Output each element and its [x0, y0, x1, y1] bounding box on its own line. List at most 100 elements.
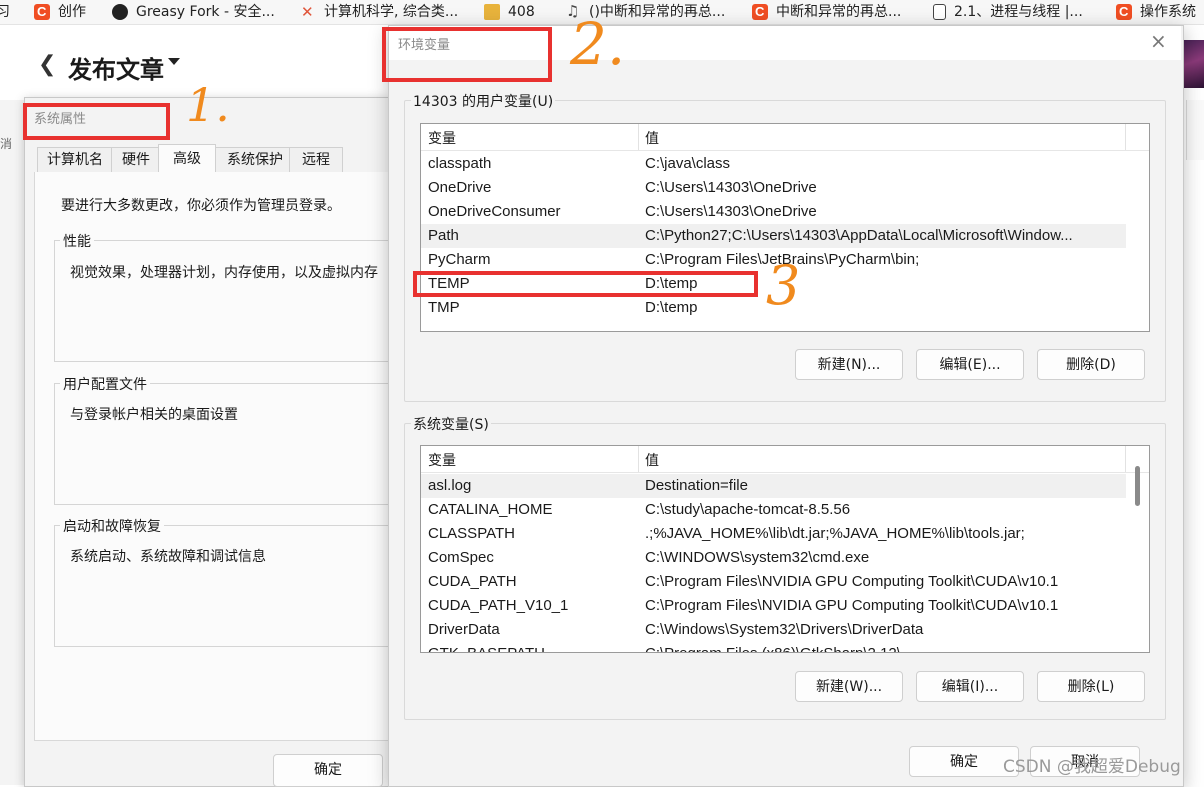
table-row[interactable]: GTK_BASEPATH C:\Program Files (x86)\GtkSh… — [421, 642, 1126, 652]
variable-value: C:\Users\14303\OneDrive — [645, 203, 817, 220]
variable-name: OneDrive — [428, 179, 492, 196]
column-separator[interactable] — [1125, 124, 1126, 150]
doc-icon — [933, 4, 946, 20]
greasyfork-icon — [112, 4, 128, 20]
variable-name: classpath — [428, 155, 492, 172]
ok-button[interactable]: 确定 — [273, 754, 383, 787]
user-delete-button[interactable]: 删除(D) — [1037, 349, 1145, 380]
variable-value: C:\Program Files (x86)\GtkSharp\2.12\ — [645, 642, 1121, 652]
tab-computer-name[interactable]: 计算机名 — [37, 147, 113, 172]
system-variables-list[interactable]: 变量 值 asl.log Destination=file CATALINA_HO… — [420, 445, 1150, 653]
variable-value: C:\Windows\System32\Drivers\DriverData — [645, 621, 924, 638]
variable-name: ComSpec — [428, 549, 494, 566]
tab-remote[interactable]: 远程 — [289, 147, 343, 172]
table-row[interactable]: DriverData C:\Windows\System32\Drivers\Dr… — [421, 618, 1126, 642]
bookmark-item[interactable]: 中断和异常的再总... — [752, 0, 901, 24]
scrollbar-thumb[interactable] — [1135, 466, 1140, 506]
bookmark-item[interactable]: 创作 — [34, 0, 86, 24]
bookmark-label: 计算机科学, 综合类... — [324, 4, 459, 20]
variable-name: DriverData — [428, 621, 500, 638]
group-user-profiles — [54, 383, 391, 505]
x-icon — [300, 1, 316, 23]
table-row[interactable]: CLASSPATH .;%JAVA_HOME%\lib\dt.jar;%JAVA_… — [421, 522, 1126, 546]
page-title: 发布文章 — [68, 57, 164, 84]
table-row[interactable]: OneDriveConsumer C:\Users\14303\OneDrive — [421, 200, 1126, 224]
variable-value: C:\Users\14303\OneDrive — [645, 179, 817, 196]
column-separator[interactable] — [638, 446, 639, 472]
annotation-step-1: 1. — [186, 78, 230, 132]
variable-name: GTK_BASEPATH — [428, 642, 545, 652]
list-header: 变量 值 — [421, 124, 1149, 151]
variable-value: .;%JAVA_HOME%\lib\dt.jar;%JAVA_HOME%\lib… — [645, 525, 1025, 542]
chevron-down-icon[interactable] — [168, 58, 180, 65]
csdn-c-icon — [34, 1, 50, 23]
annotation-box-2 — [382, 27, 552, 82]
page-left-fragment: 消 — [0, 137, 13, 151]
variable-name: CLASSPATH — [428, 525, 515, 542]
column-separator[interactable] — [1125, 446, 1126, 472]
variable-value: C:\Program Files\NVIDIA GPU Computing To… — [645, 597, 1059, 614]
back-arrow-icon[interactable]: ❮ — [38, 52, 56, 77]
group-startup-recovery — [54, 525, 391, 647]
variable-value: C:\java\class — [645, 155, 731, 172]
table-row[interactable]: CUDA_PATH_V10_1 C:\Program Files\NVIDIA G… — [421, 594, 1126, 618]
table-row[interactable]: classpath C:\java\class — [421, 152, 1126, 176]
tab-hardware[interactable]: 硬件 — [111, 147, 161, 172]
variable-name: PyCharm — [428, 251, 491, 268]
variable-name: CATALINA_HOME — [428, 501, 553, 518]
table-row[interactable]: Path C:\Python27;C:\Users\14303\AppData\L… — [421, 224, 1126, 248]
list-header: 变量 值 — [421, 446, 1149, 473]
user-new-button[interactable]: 新建(N)... — [795, 349, 903, 380]
variable-name: CUDA_PATH — [428, 573, 517, 590]
system-variables-legend: 系统变量(S) — [411, 414, 491, 434]
user-variables-legend: 14303 的用户变量(U) — [411, 91, 556, 111]
close-icon[interactable]: × — [1150, 29, 1167, 53]
table-row[interactable]: CATALINA_HOME C:\study\apache-tomcat-8.5.… — [421, 498, 1126, 522]
column-header-variable[interactable]: 变量 — [428, 128, 456, 148]
system-delete-button[interactable]: 删除(L) — [1037, 671, 1145, 702]
tab-advanced[interactable]: 高级 — [158, 144, 216, 173]
bookmark-label: 408 — [508, 4, 535, 20]
bookmark-item[interactable]: 习 — [0, 0, 10, 24]
tab-system-protection[interactable]: 系统保护 — [215, 147, 295, 172]
group-text: 系统启动、系统故障和调试信息 — [70, 549, 266, 565]
bookmark-item[interactable]: 2.1、进程与线程 |... — [933, 0, 1083, 24]
csdn-c-icon — [1116, 1, 1132, 23]
variable-name: asl.log — [428, 477, 472, 494]
bookmark-item[interactable]: 408 — [484, 0, 535, 24]
admin-notice: 要进行大多数更改，你必须作为管理员登录。 — [61, 198, 341, 214]
variable-value: C:\Python27;C:\Users\14303\AppData\Local… — [645, 227, 1073, 244]
system-new-button[interactable]: 新建(W)... — [795, 671, 903, 702]
bookmark-item[interactable]: 操作系统 — [1116, 0, 1196, 24]
table-row[interactable]: CUDA_PATH C:\Program Files\NVIDIA GPU Com… — [421, 570, 1126, 594]
group-label: 启动和故障恢复 — [60, 516, 164, 536]
group-performance — [54, 240, 391, 362]
bookmark-label: 2.1、进程与线程 |... — [954, 4, 1083, 20]
variable-value: D:\temp — [645, 299, 698, 316]
side-panel-edge — [1186, 100, 1204, 160]
bookmark-label: 中断和异常的再总... — [776, 4, 902, 20]
column-header-value[interactable]: 值 — [645, 128, 659, 148]
column-separator[interactable] — [638, 124, 639, 150]
page-left-edge — [0, 100, 25, 785]
variable-name: Path — [428, 227, 459, 244]
group-text: 与登录帐户相关的桌面设置 — [70, 407, 238, 423]
column-header-variable[interactable]: 变量 — [428, 450, 456, 470]
bookmark-item[interactable]: 计算机科学, 综合类... — [300, 0, 458, 24]
column-header-value[interactable]: 值 — [645, 450, 659, 470]
variable-name: CUDA_PATH_V10_1 — [428, 597, 569, 614]
table-row[interactable]: OneDrive C:\Users\14303\OneDrive — [421, 176, 1126, 200]
bookmark-label: 习 — [0, 1, 10, 23]
group-label: 用户配置文件 — [60, 374, 150, 394]
bookmark-item[interactable]: Greasy Fork - 安全... — [112, 0, 275, 24]
annotation-step-3: 3 — [766, 254, 801, 317]
user-edit-button[interactable]: 编辑(E)... — [916, 349, 1024, 380]
variable-value: C:\study\apache-tomcat-8.5.56 — [645, 501, 851, 518]
variable-name: OneDriveConsumer — [428, 203, 561, 220]
annotation-box-1 — [23, 103, 170, 140]
table-row[interactable]: asl.log Destination=file — [421, 474, 1126, 498]
watermark: CSDN @我超爱Debug — [1003, 757, 1181, 777]
table-row[interactable]: ComSpec C:\WINDOWS\system32\cmd.exe — [421, 546, 1126, 570]
variable-value: C:\Program Files\JetBrains\PyCharm\bin; — [645, 251, 920, 268]
system-edit-button[interactable]: 编辑(I)... — [916, 671, 1024, 702]
